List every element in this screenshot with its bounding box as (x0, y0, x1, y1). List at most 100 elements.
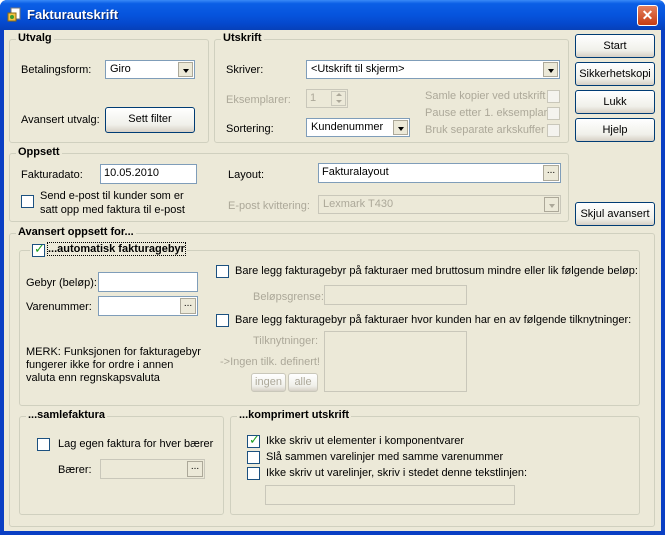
title-bar[interactable]: Fakturautskrift ✕ (0, 0, 665, 30)
send-epost-checkbox[interactable] (21, 195, 34, 208)
eksemplarer-label: Eksemplarer: (226, 94, 291, 106)
utvalg-group: Utvalg Betalingsform: Giro Avansert utva… (9, 32, 209, 143)
tilknytninger-label: Tilknytninger: (253, 335, 319, 347)
epost-kvittering-label: E-post kvittering: (228, 200, 310, 212)
bruk-separate-label: Bruk separate arkskuffer (425, 124, 545, 136)
gebyr-label: Gebyr (beløp): (26, 277, 97, 289)
auto-gebyr-checkbox[interactable] (32, 242, 45, 257)
betalingsform-select[interactable]: Giro (105, 60, 195, 79)
sortering-label: Sortering: (226, 123, 274, 135)
fakturadato-input[interactable]: 10.05.2010 (100, 164, 197, 184)
fakturadato-label: Fakturadato: (21, 169, 83, 181)
close-button[interactable]: ✕ (637, 5, 658, 26)
dialog-window: Fakturautskrift ✕ Utvalg Betalingsform: … (0, 0, 665, 535)
komprimert-legend: ...komprimert utskrift (237, 409, 352, 421)
window-title: Fakturautskrift (27, 7, 119, 22)
komprimert-group: ...komprimert utskrift Ikke skriv ut ele… (230, 409, 640, 515)
gebyr-input[interactable] (98, 272, 198, 292)
lukk-label: Lukk (603, 96, 627, 108)
sla-sammen-checkbox[interactable] (247, 451, 260, 464)
ingen-label: ingen (255, 376, 282, 388)
utvalg-legend: Utvalg (16, 32, 54, 44)
egen-faktura-checkbox[interactable] (37, 438, 50, 451)
epost-kvittering-select[interactable]: Lexmark T430 (318, 195, 561, 214)
utskrift-group: Utskrift Skriver: <Utskrift til skjerm> … (214, 32, 569, 143)
invoice-app-icon (7, 7, 21, 22)
merk-line1: MERK: Funksjonen for fakturagebyr (26, 346, 201, 358)
avansert-utvalg-label: Avansert utvalg: (21, 114, 100, 126)
eksemplarer-value: 1 (310, 92, 317, 104)
layout-input[interactable]: Fakturalayout ... (318, 163, 561, 183)
baerer-input[interactable]: ... (100, 459, 205, 479)
samlefaktura-group: ...samlefaktura Lag egen faktura for hve… (19, 409, 224, 515)
spinner-arrows-icon[interactable] (331, 91, 346, 106)
pause-etter-checkbox[interactable] (547, 107, 560, 120)
egen-faktura-label: Lag egen faktura for hver bærer (58, 438, 214, 450)
skjul-avansert-label: Skjul avansert (580, 208, 650, 220)
auto-gebyr-group: ...automatisk fakturagebyr Gebyr (beløp)… (19, 242, 640, 406)
skriver-value: <Utskrift til skjerm> (311, 63, 405, 75)
merk-line3: valuta enn regnskapsvaluta (26, 372, 160, 384)
utskrift-legend: Utskrift (221, 32, 264, 44)
ikke-skriv-varelinjer-label: Ikke skriv ut varelinjer, skriv i stedet… (266, 467, 528, 479)
sikkerhetskopi-button[interactable]: Sikkerhetskopi (575, 62, 655, 86)
hjelp-button[interactable]: Hjelp (575, 118, 655, 142)
belopsgrense-input[interactable] (324, 285, 467, 305)
samle-kopier-label: Samle kopier ved utskrift (425, 90, 546, 102)
hjelp-label: Hjelp (602, 124, 628, 136)
alle-label: alle (294, 376, 312, 388)
ikke-skriv-varelinjer-checkbox[interactable] (247, 467, 260, 480)
send-epost-label-line1: Send e-post til kunder som er (40, 190, 184, 202)
chevron-down-icon[interactable] (178, 62, 193, 77)
avansert-legend: Avansert oppsett for... (16, 226, 136, 238)
chevron-down-icon[interactable] (543, 62, 558, 77)
browse-icon[interactable]: ... (180, 298, 196, 314)
sett-filter-label: Sett filter (128, 113, 172, 125)
skriver-select[interactable]: <Utskrift til skjerm> (306, 60, 560, 79)
start-label: Start (603, 40, 627, 52)
skriver-label: Skriver: (226, 64, 264, 76)
sortering-value: Kundenummer (311, 121, 384, 133)
varenummer-label: Varenummer: (26, 301, 92, 313)
dialog-body: Utvalg Betalingsform: Giro Avansert utva… (4, 30, 661, 531)
ingen-button[interactable]: ingen (251, 373, 286, 392)
oppsett-legend: Oppsett (16, 146, 62, 158)
auto-gebyr-label: ...automatisk fakturagebyr (47, 242, 186, 256)
bruk-separate-checkbox[interactable] (547, 124, 560, 137)
baerer-label: Bærer: (58, 464, 92, 476)
skjul-avansert-button[interactable]: Skjul avansert (575, 202, 655, 226)
bare-brutto-checkbox[interactable] (216, 265, 229, 278)
varenummer-input[interactable]: ... (98, 296, 198, 316)
send-epost-label-line2: satt opp med faktura til e-post (40, 204, 185, 216)
oppsett-group: Oppsett Fakturadato: 10.05.2010 Send e-p… (9, 146, 569, 222)
alle-button[interactable]: alle (288, 373, 318, 392)
lukk-button[interactable]: Lukk (575, 90, 655, 114)
erstatningstekst-input[interactable] (265, 485, 515, 505)
betalingsform-label: Betalingsform: (21, 64, 92, 76)
start-button[interactable]: Start (575, 34, 655, 58)
belopsgrense-label: Beløpsgrense: (253, 291, 324, 303)
close-icon: ✕ (641, 7, 654, 23)
ingen-tilk-label: ->Ingen tilk. definert! (220, 356, 320, 368)
browse-icon[interactable]: ... (543, 165, 559, 181)
bare-brutto-label: Bare legg fakturagebyr på fakturaer med … (235, 265, 638, 277)
pause-etter-label: Pause etter 1. eksemplar (425, 107, 548, 119)
chevron-down-icon[interactable] (544, 197, 559, 212)
eksemplarer-stepper[interactable]: 1 (306, 89, 348, 108)
fakturadato-value: 10.05.2010 (104, 167, 160, 179)
chevron-down-icon[interactable] (393, 120, 408, 135)
auto-gebyr-header: ...automatisk fakturagebyr (30, 242, 187, 257)
samlefaktura-legend: ...samlefaktura (26, 409, 108, 421)
sett-filter-button[interactable]: Sett filter (105, 107, 195, 133)
sla-sammen-label: Slå sammen varelinjer med samme varenumm… (266, 451, 504, 463)
tilknytninger-list[interactable] (324, 331, 467, 392)
bare-tilknytning-checkbox[interactable] (216, 314, 229, 327)
browse-icon[interactable]: ... (187, 461, 203, 477)
ikke-skriv-elementer-checkbox[interactable] (247, 433, 260, 448)
samle-kopier-checkbox[interactable] (547, 90, 560, 103)
layout-value: Fakturalayout (322, 166, 389, 178)
merk-line2: fungerer ikke for ordre i annen (26, 359, 174, 371)
sikkerhetskopi-label: Sikkerhetskopi (579, 68, 651, 80)
sortering-select[interactable]: Kundenummer (306, 118, 410, 137)
avansert-group: Avansert oppsett for... ...automatisk fa… (9, 226, 655, 527)
